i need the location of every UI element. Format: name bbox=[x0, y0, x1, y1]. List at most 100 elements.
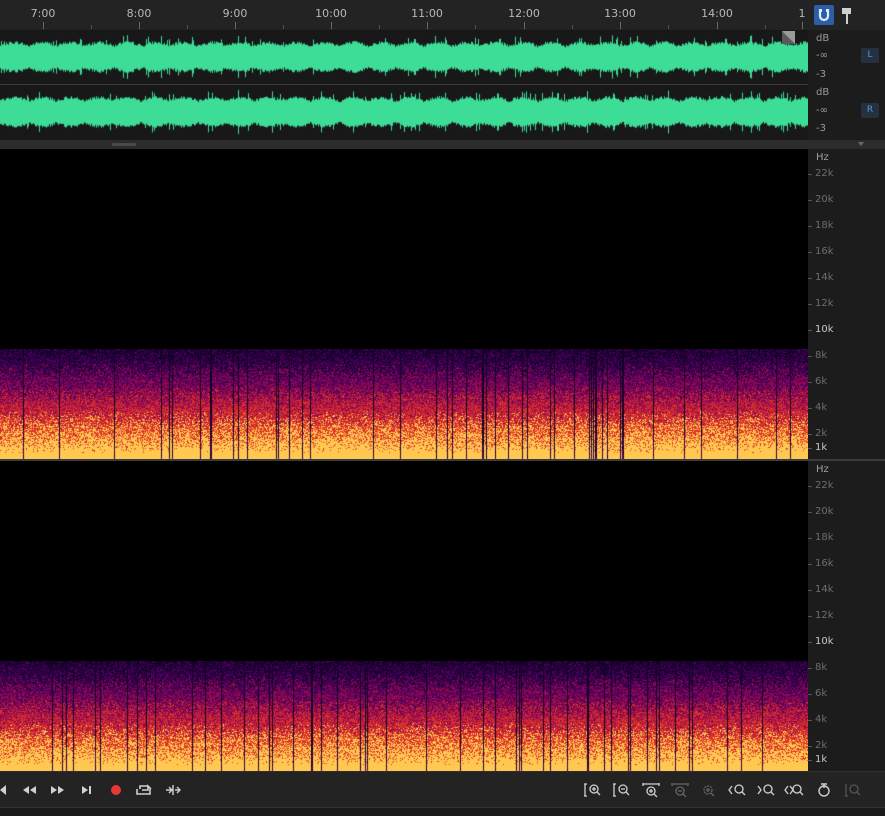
ruler-major-tick bbox=[427, 22, 428, 29]
waveform-display[interactable] bbox=[0, 30, 808, 140]
hz-unit-label: Hz bbox=[816, 464, 829, 475]
waveform-channel-right[interactable] bbox=[0, 85, 808, 139]
ruler-label: 8:00 bbox=[126, 7, 152, 20]
frequency-tick bbox=[808, 174, 812, 175]
channel-divider bbox=[0, 84, 808, 85]
frequency-label: 2k bbox=[815, 740, 828, 751]
frequency-tick bbox=[808, 408, 812, 409]
zoom-in-amplitude-icon[interactable] bbox=[583, 782, 603, 798]
ruler-label: 10:00 bbox=[315, 7, 347, 20]
ruler-major-tick bbox=[620, 22, 621, 29]
frequency-tick bbox=[808, 746, 812, 747]
frequency-tick bbox=[808, 486, 812, 487]
skip-forward-icon[interactable] bbox=[77, 782, 97, 798]
db-inf-label: -∞ bbox=[816, 105, 828, 116]
frequency-tick bbox=[808, 668, 812, 669]
frequency-tick bbox=[808, 760, 812, 761]
ruler-label: 13:00 bbox=[604, 7, 636, 20]
frequency-label: 6k bbox=[815, 688, 828, 699]
frequency-label: 8k bbox=[815, 662, 828, 673]
spectral-display-right[interactable] bbox=[0, 461, 808, 771]
zoom-out-full-icon[interactable] bbox=[784, 782, 804, 798]
zoom-out-amplitude-icon[interactable] bbox=[612, 782, 632, 798]
ruler-label: 1 bbox=[798, 7, 806, 20]
marker-icon[interactable] bbox=[840, 5, 854, 25]
fast-forward-icon[interactable] bbox=[48, 782, 68, 798]
skip-selection-icon[interactable] bbox=[163, 782, 183, 798]
frequency-tick bbox=[808, 512, 812, 513]
zoom-in-right-icon[interactable] bbox=[756, 782, 776, 798]
ruler-major-tick bbox=[331, 22, 332, 29]
loop-icon[interactable] bbox=[134, 782, 154, 798]
ruler-minor-tick bbox=[572, 25, 573, 29]
frequency-tick bbox=[808, 330, 812, 331]
frequency-label: 1k bbox=[815, 442, 828, 453]
ruler-major-tick bbox=[802, 22, 803, 29]
zoom-in-time-icon[interactable] bbox=[641, 782, 661, 798]
channel-badge-right[interactable]: R bbox=[861, 103, 879, 118]
rewind-icon[interactable] bbox=[20, 782, 40, 798]
ruler-minor-tick bbox=[283, 25, 284, 29]
frequency-label: 10k bbox=[815, 324, 834, 335]
horizontal-scrollbar[interactable] bbox=[0, 140, 885, 149]
transport-toolbar bbox=[0, 771, 885, 808]
frequency-label: 22k bbox=[815, 480, 834, 491]
channel-badge-left[interactable]: L bbox=[861, 48, 879, 63]
frequency-label: 4k bbox=[815, 714, 828, 725]
frequency-tick bbox=[808, 448, 812, 449]
ruler-major-tick bbox=[43, 22, 44, 29]
frequency-label: 20k bbox=[815, 506, 834, 517]
ruler-minor-tick bbox=[187, 25, 188, 29]
db-min-label: -3 bbox=[816, 69, 826, 80]
ruler-label: 11:00 bbox=[411, 7, 443, 20]
frequency-label: 22k bbox=[815, 168, 834, 179]
ruler-minor-tick bbox=[765, 25, 766, 29]
skip-back-icon[interactable] bbox=[0, 782, 16, 798]
frequency-label: 16k bbox=[815, 246, 834, 257]
scrollbar-thumb[interactable] bbox=[112, 143, 136, 146]
frequency-tick bbox=[808, 382, 812, 383]
frequency-label: 10k bbox=[815, 636, 834, 647]
zoom-in-left-icon[interactable] bbox=[727, 782, 747, 798]
time-ruler[interactable]: 7:00 8:00 9:00 10:00 11:00 12:00 13:00 1… bbox=[0, 0, 851, 31]
chevron-down-icon[interactable] bbox=[858, 142, 864, 146]
frequency-tick bbox=[808, 590, 812, 591]
zoom-disabled-icon bbox=[845, 784, 861, 797]
frequency-label: 14k bbox=[815, 272, 834, 283]
magnet-icon bbox=[818, 9, 830, 22]
record-icon[interactable] bbox=[106, 782, 126, 798]
frequency-tick bbox=[808, 200, 812, 201]
db-min-label: -3 bbox=[816, 123, 826, 134]
frequency-label: 18k bbox=[815, 220, 834, 231]
frequency-tick bbox=[808, 226, 812, 227]
ruler-label: 7:00 bbox=[30, 7, 56, 20]
ruler-major-tick bbox=[524, 22, 525, 29]
frequency-label: 1k bbox=[815, 754, 828, 765]
frequency-tick bbox=[808, 694, 812, 695]
zoom-to-selection-icon[interactable] bbox=[698, 782, 718, 798]
db-label: dB bbox=[816, 33, 830, 44]
frequency-label: 2k bbox=[815, 428, 828, 439]
amplitude-ruler: dB -∞ -3 L dB -∞ -3 R bbox=[808, 30, 885, 140]
frequency-tick bbox=[808, 278, 812, 279]
waveform-channel-left[interactable] bbox=[0, 30, 808, 84]
ruler-label: 9:00 bbox=[222, 7, 248, 20]
frequency-tick bbox=[808, 616, 812, 617]
clip-indicator-icon bbox=[782, 31, 795, 44]
ruler-label: 14:00 bbox=[701, 7, 733, 20]
ruler-major-tick bbox=[139, 22, 140, 29]
ruler-minor-tick bbox=[379, 25, 380, 29]
ruler-major-tick bbox=[717, 22, 718, 29]
db-label: dB bbox=[816, 87, 830, 98]
hz-unit-label: Hz bbox=[816, 152, 829, 163]
frequency-label: 8k bbox=[815, 350, 828, 361]
frequency-label: 4k bbox=[815, 402, 828, 413]
ruler-minor-tick bbox=[475, 25, 476, 29]
zoom-reset-icon[interactable] bbox=[814, 782, 834, 798]
frequency-tick bbox=[808, 564, 812, 565]
frequency-label: 12k bbox=[815, 610, 834, 621]
zoom-out-time-icon[interactable] bbox=[670, 782, 690, 798]
snap-button[interactable] bbox=[814, 5, 834, 25]
spectral-display-left[interactable] bbox=[0, 149, 808, 459]
frequency-label: 20k bbox=[815, 194, 834, 205]
